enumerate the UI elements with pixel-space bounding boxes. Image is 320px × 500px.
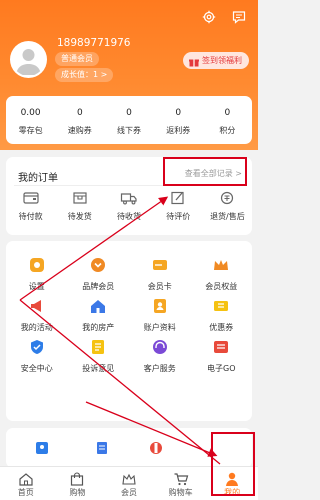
stat-value: 0 [175, 108, 182, 118]
order-pending-review[interactable]: 待评价 [154, 190, 203, 222]
crown-icon [212, 256, 230, 274]
service-label: 设置 [28, 282, 45, 291]
service-label: 投诉意见 [82, 364, 115, 373]
tab-home[interactable]: 首页 [0, 467, 52, 500]
stat-wallet[interactable]: 0.00 零存包 [6, 96, 55, 144]
stat-value: 0 [76, 108, 83, 118]
feedback-icon [89, 338, 107, 356]
highlight-box-mine-tab [211, 432, 255, 496]
shield-icon [28, 338, 46, 356]
stat-value: 0.00 [20, 108, 41, 118]
tab-shopping[interactable]: 购物 [52, 467, 104, 500]
signin-label: 签到领福利 [202, 56, 242, 65]
message-icon[interactable] [232, 9, 246, 24]
member-level-badge[interactable]: 普通会员 [55, 52, 99, 66]
service-label: 优惠券 [209, 323, 234, 332]
avatar[interactable] [10, 41, 47, 78]
stat-value: 0 [126, 108, 132, 118]
service-label: 账户资料 [143, 323, 176, 332]
shopping-bag-icon [69, 471, 85, 486]
phone-number: 18989771976 [57, 37, 131, 49]
stat-quick-coupon[interactable]: 0 速购券 [55, 96, 104, 144]
stat-value: 0 [224, 108, 231, 118]
tab-label: 会员 [120, 488, 137, 497]
gear-icon[interactable] [202, 9, 216, 24]
profile-icon [151, 297, 169, 315]
service-label: 客户服务 [143, 364, 176, 373]
megaphone-icon [28, 297, 46, 315]
signin-button[interactable]: 签到领福利 [183, 52, 249, 69]
service-label: 品牌会员 [82, 282, 115, 291]
service-member-card[interactable]: 会员卡 [129, 256, 191, 297]
stat-points[interactable]: 0 积分 [203, 96, 252, 144]
service-label: 我的房产 [82, 323, 115, 332]
order-label: 待付款 [18, 212, 43, 221]
service-settings[interactable]: 设置 [6, 256, 68, 297]
house-icon [89, 297, 107, 315]
service-my-activities[interactable]: 我的活动 [6, 297, 68, 338]
service-member-benefits[interactable]: 会员权益 [191, 256, 253, 297]
stat-rebate-coupon[interactable]: 0 返利券 [154, 96, 203, 144]
stat-label: 积分 [219, 126, 236, 135]
service-brand-member[interactable]: 品牌会员 [68, 256, 130, 297]
truck-icon [120, 190, 138, 206]
order-label: 待发货 [67, 212, 92, 221]
tab-label: 购物车 [168, 488, 193, 497]
service-label: 会员卡 [147, 282, 172, 291]
stat-offline-coupon[interactable]: 0 线下券 [104, 96, 153, 144]
document-icon[interactable] [95, 440, 109, 454]
pencil-icon [169, 190, 187, 206]
order-refund-aftersale[interactable]: 退货/售后 [203, 190, 252, 222]
tab-label: 购物 [69, 488, 86, 497]
card-icon [151, 256, 169, 274]
service-label: 电子GO [207, 364, 236, 373]
order-pending-payment[interactable]: 待付款 [6, 190, 55, 222]
service-customer-service[interactable]: 客户服务 [129, 338, 191, 379]
service-account-profile[interactable]: 账户资料 [129, 297, 191, 338]
wallet-icon [22, 190, 40, 206]
service-complaints[interactable]: 投诉意见 [68, 338, 130, 379]
stat-label: 线下券 [117, 126, 141, 135]
member-crown-icon [121, 471, 137, 485]
service-label: 我的活动 [20, 323, 53, 332]
top-action-icons [202, 9, 246, 24]
services-grid-card: 设置 品牌会员 会员卡 会员权益 我的活动 我的房产 账户资料 优惠券 安全中心… [6, 241, 252, 421]
coupon-icon [212, 297, 230, 315]
stat-label: 零存包 [18, 126, 43, 135]
growth-value-link[interactable]: 成长值：1 > [55, 68, 114, 82]
order-pending-shipment[interactable]: 待发货 [55, 190, 104, 222]
tab-label: 首页 [17, 488, 34, 497]
orders-title: 我的订单 [18, 173, 58, 184]
id-card-icon[interactable] [35, 440, 49, 454]
order-pending-receipt[interactable]: 待收货 [104, 190, 153, 222]
order-label: 待评价 [166, 212, 191, 221]
tab-cart[interactable]: 购物车 [155, 467, 207, 500]
gift-icon [189, 56, 199, 67]
cart-icon [173, 471, 189, 486]
service-ego[interactable]: 电子GO [191, 338, 253, 379]
highlight-box-view-all [163, 157, 247, 186]
service-label: 安全中心 [20, 364, 53, 373]
assets-stats-card: 0.00 零存包 0 速购券 0 线下券 0 返利券 0 积分 [6, 96, 252, 144]
headset-icon [151, 338, 169, 356]
brand-member-icon [89, 256, 107, 274]
order-label: 待收货 [117, 212, 141, 221]
order-label: 退货/售后 [210, 212, 245, 221]
settings-icon [28, 256, 46, 274]
box-icon [71, 190, 89, 206]
flag-icon[interactable] [149, 440, 163, 454]
home-icon [18, 471, 34, 486]
refund-icon [218, 190, 236, 206]
service-security-center[interactable]: 安全中心 [6, 338, 68, 379]
tab-member[interactable]: 会员 [103, 467, 155, 500]
stat-label: 返利券 [166, 126, 191, 135]
service-my-property[interactable]: 我的房产 [68, 297, 130, 338]
service-label: 会员权益 [205, 282, 238, 291]
ego-icon [212, 338, 230, 356]
service-coupons[interactable]: 优惠券 [191, 297, 253, 338]
stat-label: 速购券 [67, 126, 92, 135]
